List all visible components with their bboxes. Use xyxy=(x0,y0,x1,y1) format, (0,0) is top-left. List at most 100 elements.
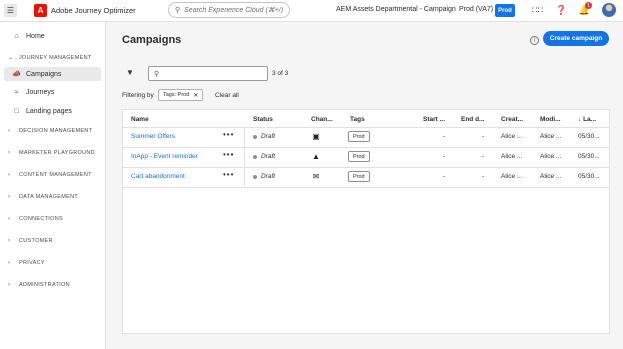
sandbox-badge: Prod xyxy=(495,4,515,17)
campaign-name-link[interactable]: Summer Offers xyxy=(131,133,175,140)
last-modified-cell: 05/30... xyxy=(578,153,600,160)
tag-badge: Prod xyxy=(348,151,370,162)
sidebar-section-customer[interactable]: › CUSTOMER xyxy=(8,238,53,244)
more-actions-button[interactable]: ••• xyxy=(223,170,234,179)
sidebar-item-campaigns[interactable]: 📣 Campaigns xyxy=(4,67,101,81)
chevron-down-icon: ⌄ xyxy=(8,55,14,61)
email-icon: ✉ xyxy=(312,171,320,181)
start-date-cell: - xyxy=(443,153,446,160)
chevron-right-icon: › xyxy=(8,172,11,178)
sidebar-section-label: DATA MANAGEMENT xyxy=(19,194,78,200)
column-header-channel[interactable]: Chan... xyxy=(311,116,333,123)
close-icon[interactable]: ✕ xyxy=(193,92,198,99)
home-icon: ⌂ xyxy=(14,32,19,40)
search-icon: ⚲ xyxy=(175,7,181,14)
filter-chip[interactable]: Tags: Prod ✕ xyxy=(158,89,204,101)
filter-icon[interactable]: ▼ xyxy=(126,68,134,77)
sidebar-section-marketer-playground[interactable]: › MARKETER PLAYGROUND xyxy=(8,150,95,156)
modified-by-cell: Alice ... xyxy=(540,153,562,160)
table-row[interactable]: InApp - Event reminder ••• Draft ▲ Prod … xyxy=(123,147,609,167)
sidebar-section-privacy[interactable]: › PRIVACY xyxy=(8,260,45,266)
sidebar-section-label: CONTENT MANAGEMENT xyxy=(19,172,92,178)
column-header-end-date[interactable]: End d... xyxy=(461,116,484,123)
column-header-tags[interactable]: Tags xyxy=(350,116,365,123)
filtering-label: Filtering by xyxy=(122,92,154,99)
sidebar-section-administration[interactable]: › ADMINISTRATION xyxy=(8,282,70,288)
filter-chip-label: Tags: Prod xyxy=(163,92,190,98)
journey-icon: ≈ xyxy=(14,88,19,96)
start-date-cell: - xyxy=(443,133,446,140)
column-header-modified-by[interactable]: Modi... xyxy=(540,116,561,123)
status-label: Draft xyxy=(261,133,276,140)
clear-all-link[interactable]: Clear all xyxy=(215,92,239,99)
column-header-status[interactable]: Status xyxy=(253,116,273,123)
sidebar-item-home[interactable]: ⌂ Home xyxy=(4,29,101,43)
created-by-cell: Alice ... xyxy=(501,133,523,140)
notification-count-badge: 1 xyxy=(585,2,592,9)
chevron-right-icon: › xyxy=(8,128,11,134)
campaign-search-input[interactable]: ⚲ xyxy=(148,66,268,81)
chevron-right-icon: › xyxy=(8,238,11,244)
status-label: Draft xyxy=(261,153,276,160)
sidebar-section-journey-management[interactable]: ⌄ JOURNEY MANAGEMENT xyxy=(8,54,92,62)
help-circle-icon[interactable]: ❓ xyxy=(555,4,568,17)
more-actions-button[interactable]: ••• xyxy=(223,150,234,159)
sidebar-item-journeys[interactable]: ≈ Journeys xyxy=(4,85,101,99)
megaphone-icon: 📣 xyxy=(12,71,21,78)
sidebar-section-label: DECISION MANAGEMENT xyxy=(19,128,93,134)
sidebar-section-label: JOURNEY MANAGEMENT xyxy=(19,54,92,61)
sidebar-section-decision-management[interactable]: › DECISION MANAGEMENT xyxy=(8,128,92,134)
sidebar-item-landing-pages[interactable]: □ Landing pages xyxy=(4,104,101,118)
menu-icon[interactable]: ☰ xyxy=(4,4,17,17)
column-header-label: La... xyxy=(583,116,597,123)
status-dot xyxy=(253,134,257,139)
sidebar-section-data-management[interactable]: › DATA MANAGEMENT xyxy=(8,194,78,200)
avatar[interactable] xyxy=(602,3,616,17)
sidebar-item-label: Home xyxy=(26,32,45,40)
sidebar-item-label: Landing pages xyxy=(26,107,72,115)
column-header-start-date[interactable]: Start ... xyxy=(423,116,445,123)
modified-by-cell: Alice ... xyxy=(540,173,562,180)
campaign-name-link[interactable]: Cart abandonment xyxy=(131,173,185,180)
status-label: Draft xyxy=(261,173,276,180)
info-icon[interactable]: i xyxy=(530,36,539,45)
sidebar-section-content-management[interactable]: › CONTENT MANAGEMENT xyxy=(8,172,92,178)
in-app-icon: ▲ xyxy=(312,151,320,161)
table-row[interactable]: Cart abandonment ••• Draft ✉ Prod - - Al… xyxy=(123,167,609,187)
more-actions-button[interactable]: ••• xyxy=(223,130,234,139)
create-campaign-button[interactable]: Create campaign xyxy=(543,31,609,46)
tag-badge: Prod xyxy=(348,131,370,142)
tag-badge: Prod xyxy=(348,171,370,182)
page-title: Campaigns xyxy=(122,34,182,46)
sidebar-section-label: CUSTOMER xyxy=(19,238,53,244)
campaign-name-link[interactable]: InApp - Event reminder xyxy=(131,153,198,160)
app-name[interactable]: Adobe Journey Optimizer xyxy=(51,6,136,15)
status-dot xyxy=(253,154,257,159)
adobe-logo-icon[interactable]: A xyxy=(34,4,47,17)
sidebar-section-connections[interactable]: › CONNECTIONS xyxy=(8,216,63,222)
sort-arrow-down-icon: ↓ xyxy=(578,116,582,123)
chevron-right-icon: › xyxy=(8,150,11,156)
column-header-created-by[interactable]: Creat... xyxy=(501,116,523,123)
table-row[interactable]: Summer Offers ••• Draft ▣ Prod - - Alice… xyxy=(123,127,609,147)
column-header-last-modified[interactable]: ↓ La... xyxy=(578,116,596,123)
apps-grid-icon[interactable]: ∷∷ xyxy=(531,4,544,17)
sidebar-section-label: PRIVACY xyxy=(19,260,45,266)
campaigns-table: Name Status Chan... Tags Start ... End d… xyxy=(122,109,610,334)
global-search-input[interactable] xyxy=(184,6,285,14)
sidebar-section-label: MARKETER PLAYGROUND xyxy=(19,150,95,156)
end-date-cell: - xyxy=(482,153,485,160)
status-cell: Draft xyxy=(253,153,275,160)
sidebar-item-label: Journeys xyxy=(26,88,55,96)
start-date-cell: - xyxy=(443,173,446,180)
org-switcher[interactable]: AEM Assets Departmental - Campaign xyxy=(336,6,456,13)
global-search[interactable]: ⚲ xyxy=(168,2,290,18)
created-by-cell: Alice ... xyxy=(501,173,523,180)
sandbox-switcher[interactable]: Prod (VA7) xyxy=(459,6,493,13)
sidebar: ⌂ Home ⌄ JOURNEY MANAGEMENT 📣 Campaigns … xyxy=(0,22,106,349)
last-modified-cell: 05/30... xyxy=(578,133,600,140)
end-date-cell: - xyxy=(482,173,485,180)
push-notification-icon: ▣ xyxy=(312,131,320,141)
chevron-right-icon: › xyxy=(8,260,11,266)
column-header-name[interactable]: Name xyxy=(131,116,149,123)
